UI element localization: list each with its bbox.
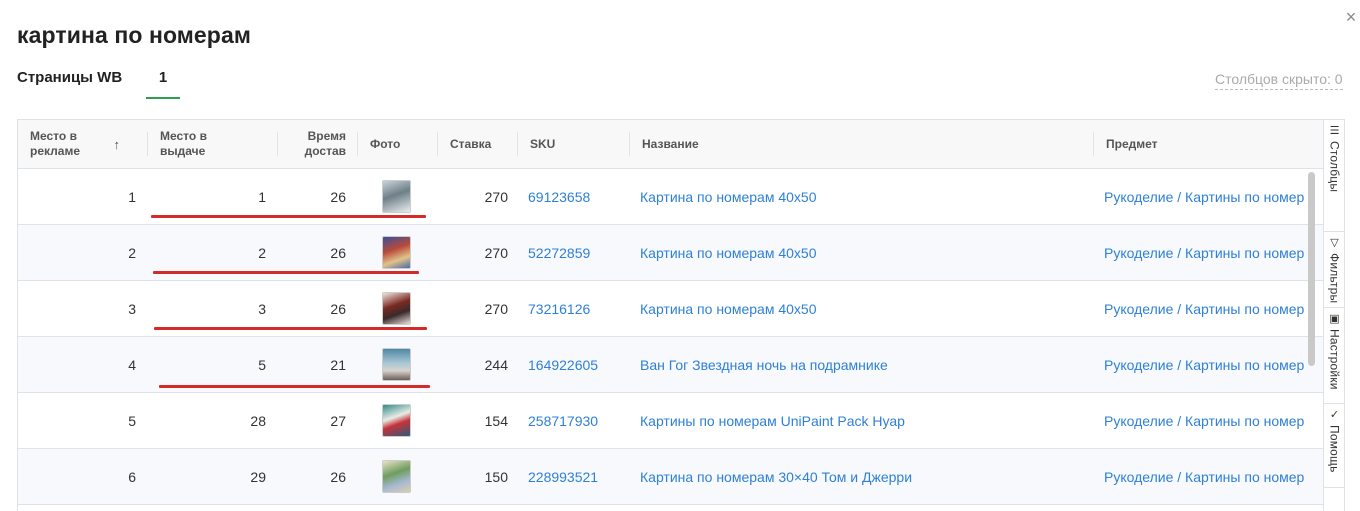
- cell-sku[interactable]: 164922605: [518, 337, 630, 392]
- product-thumbnail[interactable]: [382, 180, 411, 213]
- table-row[interactable]: 1 1 26 270 69123658 Картина по номерам 40х50 Р…: [18, 169, 1324, 225]
- table-row[interactable]: 3 3 26 270 73216126 Картина по номерам 40х50 Р…: [18, 281, 1324, 337]
- product-thumbnail[interactable]: [382, 292, 411, 325]
- header-subject[interactable]: Предмет: [1094, 120, 1324, 168]
- pages-tabs: Страницы WB 1: [17, 66, 180, 100]
- cell-search-place: 29: [250, 468, 266, 485]
- columns-icon: ☰: [1329, 125, 1340, 137]
- close-icon[interactable]: ×: [1342, 8, 1360, 26]
- cell-subject[interactable]: Рукоделие / Картины по номер: [1094, 449, 1324, 504]
- table-row[interactable]: 2 2 26 270 52272859 Картина по номерам 40х50 Р…: [18, 225, 1324, 281]
- cell-sku[interactable]: 69123658: [518, 169, 630, 224]
- cell-ad-place: 2: [128, 244, 136, 261]
- cell-photo[interactable]: [358, 393, 438, 448]
- header-ad-place[interactable]: Место в рекламе ↑: [18, 120, 148, 168]
- cell-photo[interactable]: [358, 337, 438, 392]
- cell-search-place: 5: [258, 356, 266, 373]
- page-title: картина по номерам: [17, 22, 251, 48]
- tab-page-1[interactable]: 1: [146, 66, 180, 99]
- cell-name[interactable]: Картина по номерам 40х50: [630, 169, 1094, 224]
- side-panel: ☰ Столбцы ▽ Фильтры ▣ Настройки ✓ Помощь: [1323, 120, 1344, 511]
- grid-header: Место в рекламе ↑ Место в выдаче Время д…: [18, 120, 1324, 169]
- hidden-columns-link[interactable]: Столбцов скрыто: 0: [1215, 70, 1343, 90]
- cell-bid: 154: [484, 412, 508, 429]
- table-row[interactable]: 4 5 21 244 164922605 Ван Гог Звездная ночь на…: [18, 337, 1324, 393]
- product-thumbnail[interactable]: [382, 460, 411, 493]
- cell-delivery-time: 26: [330, 468, 346, 485]
- cell-ad-place: 6: [128, 468, 136, 485]
- red-underline-annotation: [159, 385, 430, 388]
- header-bid[interactable]: Ставка: [438, 120, 518, 168]
- cell-subject[interactable]: Рукоделие / Картины по номер: [1094, 225, 1324, 280]
- side-tab-filters[interactable]: ▽ Фильтры: [1324, 232, 1344, 308]
- cell-ad-place: 5: [128, 412, 136, 429]
- cell-subject[interactable]: Рукоделие / Картины по номер: [1094, 337, 1324, 392]
- side-tab-columns[interactable]: ☰ Столбцы: [1324, 120, 1344, 232]
- header-sku[interactable]: SKU: [518, 120, 630, 168]
- cell-subject[interactable]: Рукоделие / Картины по номер: [1094, 281, 1324, 336]
- product-thumbnail[interactable]: [382, 404, 411, 437]
- cell-sku[interactable]: 52272859: [518, 225, 630, 280]
- cell-sku[interactable]: 258717930: [518, 393, 630, 448]
- cell-subject[interactable]: Рукоделие / Картины по номер: [1094, 393, 1324, 448]
- cell-name[interactable]: Картины по номерам UniPaint Pack Нуар: [630, 393, 1094, 448]
- cell-delivery-time: 27: [330, 412, 346, 429]
- table-row[interactable]: 5 28 27 154 258717930 Картины по номерам UniP…: [18, 393, 1324, 449]
- product-thumbnail[interactable]: [382, 348, 411, 381]
- vertical-scrollbar[interactable]: [1308, 172, 1315, 366]
- red-underline-annotation: [153, 271, 419, 274]
- cell-ad-place: 3: [128, 300, 136, 317]
- cell-bid: 270: [484, 300, 508, 317]
- cell-subject[interactable]: Рукоделие / Картины по номер: [1094, 169, 1324, 224]
- cell-sku[interactable]: 228993521: [518, 449, 630, 504]
- header-delivery-time[interactable]: Время достав: [278, 120, 358, 168]
- tabs-label: Страницы WB: [17, 69, 123, 86]
- cell-name[interactable]: Ван Гог Звездная ночь на подрамнике: [630, 337, 1094, 392]
- help-icon: ✓: [1329, 409, 1340, 421]
- cell-search-place: 28: [250, 412, 266, 429]
- cell-photo[interactable]: [358, 449, 438, 504]
- cell-sku[interactable]: 73216126: [518, 281, 630, 336]
- side-tab-settings[interactable]: ▣ Настройки: [1324, 308, 1344, 404]
- results-grid: Место в рекламе ↑ Место в выдаче Время д…: [17, 119, 1345, 511]
- settings-icon: ▣: [1329, 313, 1340, 325]
- header-photo[interactable]: Фото: [358, 120, 438, 168]
- filter-icon: ▽: [1330, 237, 1339, 249]
- side-tab-help[interactable]: ✓ Помощь: [1324, 404, 1344, 488]
- red-underline-annotation: [151, 215, 426, 218]
- cell-bid: 270: [484, 188, 508, 205]
- cell-ad-place: 4: [128, 356, 136, 373]
- cell-bid: 244: [484, 356, 508, 373]
- table-row[interactable]: 6 29 26 150 228993521 Картина по номерам 30×4…: [18, 449, 1324, 505]
- cell-name[interactable]: Картина по номерам 40х50: [630, 281, 1094, 336]
- cell-bid: 270: [484, 244, 508, 261]
- product-thumbnail[interactable]: [382, 236, 411, 269]
- header-search-place[interactable]: Место в выдаче: [148, 120, 278, 168]
- cell-ad-place: 1: [128, 188, 136, 205]
- cell-name[interactable]: Картина по номерам 40х50: [630, 225, 1094, 280]
- red-underline-annotation: [154, 327, 427, 330]
- header-name[interactable]: Название: [630, 120, 1094, 168]
- cell-bid: 150: [484, 468, 508, 485]
- cell-delivery-time: 21: [330, 356, 346, 373]
- cell-name[interactable]: Картина по номерам 30×40 Том и Джерри: [630, 449, 1094, 504]
- sort-ascending-icon[interactable]: ↑: [114, 137, 121, 152]
